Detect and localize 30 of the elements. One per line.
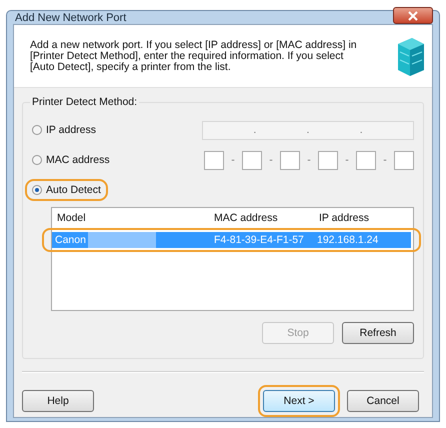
mac-segment-field[interactable] xyxy=(394,150,414,170)
separator-text: - xyxy=(230,154,236,166)
window-title: Add New Network Port xyxy=(14,12,126,24)
mac-segment-field[interactable] xyxy=(242,150,262,170)
column-header[interactable]: IP address xyxy=(314,212,413,224)
separator-text: - xyxy=(382,154,388,166)
description-text: Add a new network port. If you select [IP address] or [MAC address] in [Printer Detect Method], enter the required information. If you select [Auto Detect], specify a printer from the list. xyxy=(30,40,358,72)
mac-segment-field[interactable] xyxy=(204,150,224,170)
radio-label[interactable]: MAC address xyxy=(46,154,110,166)
radio-label[interactable]: Auto Detect xyxy=(46,184,101,196)
separator-text: - xyxy=(268,154,274,166)
table-cell-text: Canon xyxy=(54,234,87,246)
mac-segment-field[interactable] xyxy=(280,150,300,170)
mac-segment-field[interactable] xyxy=(356,150,376,170)
dialog-button[interactable]: Next > xyxy=(263,390,335,412)
group-label: Printer Detect Method: xyxy=(30,96,140,108)
separator-text: - xyxy=(306,154,312,166)
close-icon xyxy=(407,10,419,20)
refresh-button[interactable]: Refresh xyxy=(342,322,414,344)
separator-text: - xyxy=(344,154,350,166)
mac-segment-field[interactable] xyxy=(318,150,338,170)
table-cell-text: F4-81-39-E4-F1-57 xyxy=(213,234,305,246)
dialog-button[interactable]: Help xyxy=(22,390,94,412)
radio-button[interactable] xyxy=(32,155,42,165)
column-header[interactable]: MAC address xyxy=(209,212,314,224)
table-cell-text: 192.168.1.24 xyxy=(316,234,380,246)
column-header[interactable]: Model xyxy=(52,212,209,224)
close-button[interactable] xyxy=(393,7,433,24)
radio-button[interactable] xyxy=(32,185,42,195)
dialog-button[interactable]: Cancel xyxy=(347,390,419,412)
